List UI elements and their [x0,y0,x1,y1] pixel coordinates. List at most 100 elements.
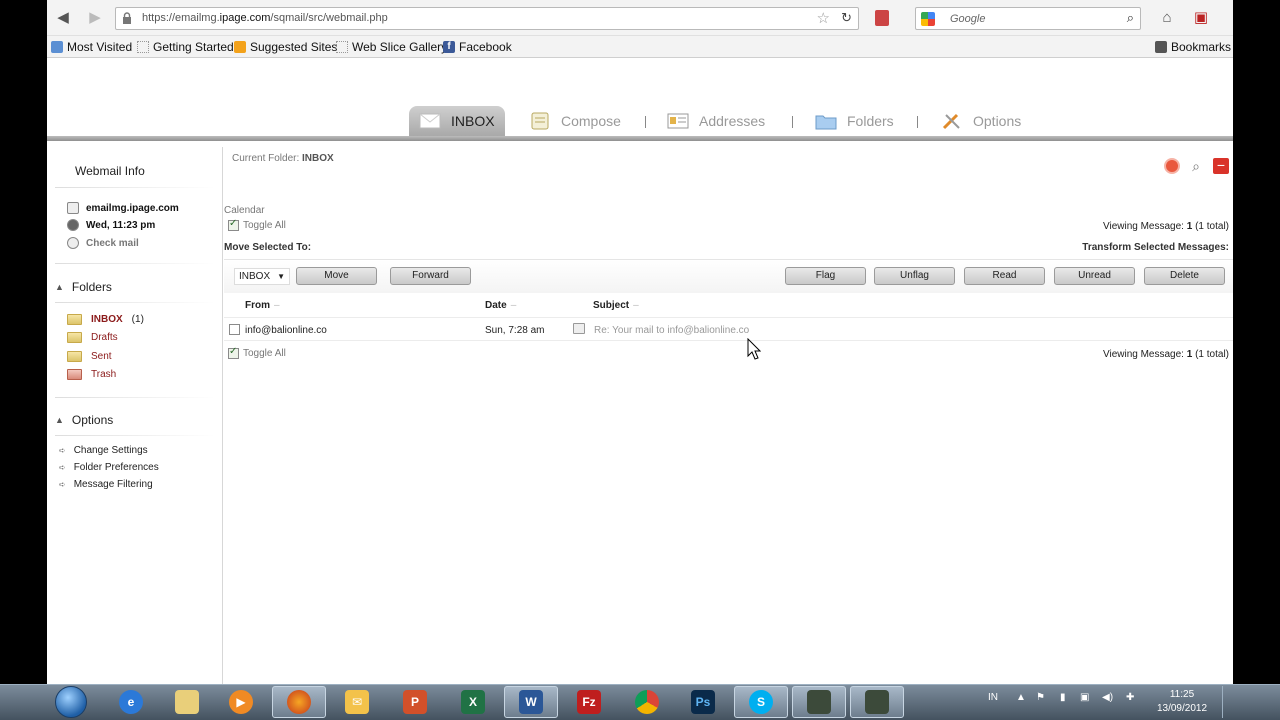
photoshop-icon: Ps [691,690,715,714]
taskbar-photoshop[interactable]: Ps [676,686,730,718]
reload-icon[interactable]: ↻ [841,10,852,26]
forward-button[interactable]: Forward [390,267,471,285]
url-prefix: https://emailmg. [142,12,220,24]
column-subject-label: Subject [593,300,630,311]
sort-icon[interactable]: – [633,300,639,311]
message-envelope-icon [573,323,585,334]
folder-select[interactable]: INBOX ▼ [234,268,290,285]
tools-icon [942,113,960,130]
addon-icon[interactable] [875,10,889,26]
bookmark-facebook[interactable]: f Facebook [443,40,512,54]
toggle-all-checkbox[interactable] [228,218,239,231]
show-desktop-button[interactable] [1222,686,1232,718]
unflag-button[interactable]: Unflag [874,267,955,285]
bookmark-most-visited[interactable]: Most Visited [51,40,132,54]
bookmarks-menu[interactable]: Bookmarks [1155,40,1231,54]
language-indicator[interactable]: IN [988,692,998,703]
message-checkbox[interactable] [229,324,240,335]
taskbar-explorer[interactable] [160,686,214,718]
check-mail-link[interactable]: Check mail [67,237,139,249]
message-subject[interactable]: Re: Your mail to info@balionline.co [594,325,749,336]
bookmark-getting-started[interactable]: Getting Started [137,40,234,54]
toggle-all-checkbox[interactable] [228,346,239,359]
webmail-header: INBOX Compose Addresses Folders Options [47,58,1233,141]
folder-drafts[interactable]: Drafts [67,332,118,343]
toggle-all-top[interactable]: Toggle All [228,218,286,231]
move-selected-label: Move Selected To: [224,242,312,253]
message-from[interactable]: info@balionline.co [245,325,327,336]
taskbar-outlook[interactable]: ✉ [330,686,384,718]
bookmark-star-icon[interactable]: ☆ [817,9,830,27]
options-section-header[interactable]: ▲ Options [55,413,113,427]
google-engine-icon[interactable] [921,12,935,26]
bookmark-web-slice-gallery[interactable]: Web Slice Gallery [336,40,447,54]
toggle-all-label: Toggle All [243,348,286,359]
option-message-filtering[interactable]: ➪ Message Filtering [59,479,153,490]
system-clock[interactable]: 11:25 13/09/2012 [1146,688,1218,716]
volume-icon[interactable]: ◀) [1102,692,1113,703]
column-date[interactable]: Date – [485,300,516,311]
logout-icon[interactable]: − [1213,158,1229,174]
column-subject[interactable]: Subject – [593,300,639,311]
tab-inbox[interactable]: INBOX [409,106,505,136]
option-folder-preferences[interactable]: ➪ Folder Preferences [59,462,159,473]
chevron-down-icon: ▼ [277,272,285,281]
taskbar-skype[interactable]: S [734,686,788,718]
address-bar[interactable]: https://emailmg.ipage.com/sqmail/src/web… [115,7,859,30]
back-arrow-icon[interactable]: ◀ [53,8,73,28]
taskbar-powerpoint[interactable]: P [388,686,442,718]
desktop-screen: ◀ ▶ https://emailmg.ipage.com/sqmail/src… [0,0,1280,720]
taskbar-firefox[interactable] [272,686,326,718]
taskbar-app-2[interactable] [850,686,904,718]
move-button[interactable]: Move [296,267,377,285]
arrow-right-icon: ➪ [59,446,66,455]
folder-trash[interactable]: Trash [67,369,116,380]
bookmark-suggested-sites[interactable]: Suggested Sites [234,40,337,54]
tab-compose[interactable]: Compose [529,106,621,136]
taskbar-app-1[interactable] [792,686,846,718]
column-date-label: Date [485,300,507,311]
calendar-link[interactable]: Calendar [224,205,265,216]
folder-name: Drafts [91,332,118,343]
taskbar-media-player[interactable]: ▶ [214,686,268,718]
tab-options[interactable]: Options [941,106,1021,136]
read-button[interactable]: Read [964,267,1045,285]
folder-sent[interactable]: Sent [67,351,112,362]
taskbar-internet-explorer[interactable]: e [104,686,158,718]
search-icon[interactable]: ⌕ [1188,158,1204,174]
search-icon[interactable]: ⌕ [1127,10,1134,26]
current-folder-name: INBOX [302,153,334,164]
start-button[interactable] [55,686,87,718]
folder-inbox[interactable]: INBOX (1) [67,314,144,325]
flag-icon[interactable]: ⚑ [1036,692,1045,703]
taskbar-word[interactable]: W [504,686,558,718]
taskbar-excel[interactable]: X [446,686,500,718]
table-row[interactable]: info@balionline.co Sun, 7:28 am Re: Your… [224,317,1233,341]
tab-addresses[interactable]: Addresses [667,106,765,136]
show-hidden-icons[interactable]: ▲ [1016,692,1026,703]
battery-icon[interactable]: ▮ [1060,692,1066,703]
sort-icon[interactable]: – [274,300,280,311]
column-from[interactable]: From – [245,300,280,311]
flag-button[interactable]: Flag [785,267,866,285]
suggested-sites-icon [234,41,246,53]
tab-folders[interactable]: Folders [815,106,894,136]
taskbar-chrome[interactable] [620,686,674,718]
taskbar-filezilla[interactable]: Fz [562,686,616,718]
security-icon[interactable]: ✚ [1126,692,1134,703]
divider [55,187,215,188]
sort-icon[interactable]: – [511,300,517,311]
unread-button[interactable]: Unread [1054,267,1135,285]
search-bar[interactable]: Google ⌕ [915,7,1141,30]
forward-arrow-icon[interactable]: ▶ [85,8,105,28]
viewing-prefix: Viewing Message: [1102,349,1184,360]
delete-button[interactable]: Delete [1144,267,1225,285]
help-icon[interactable] [1164,158,1180,174]
network-icon[interactable]: ▣ [1080,692,1089,703]
option-label: Message Filtering [73,479,153,490]
home-icon[interactable]: ⌂ [1157,8,1177,28]
menu-icon[interactable]: ▣ [1191,8,1211,28]
toggle-all-bottom[interactable]: Toggle All [228,346,286,359]
folders-section-header[interactable]: ▲ Folders [55,280,112,294]
option-change-settings[interactable]: ➪ Change Settings [59,445,148,456]
